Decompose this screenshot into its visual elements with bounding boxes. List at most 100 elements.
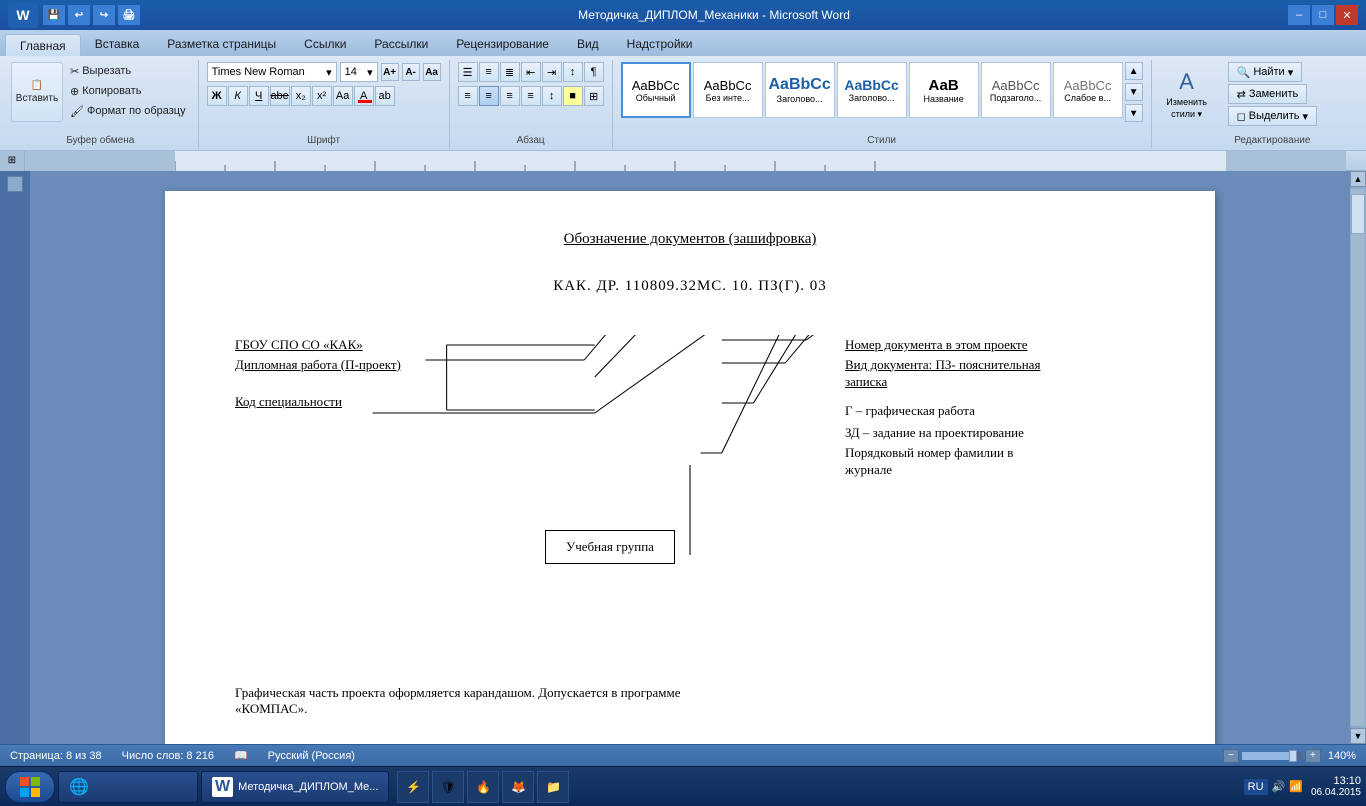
show-formatting-button[interactable]: ¶ bbox=[584, 62, 604, 82]
find-button[interactable]: 🔍 Найти ▾ bbox=[1228, 62, 1303, 82]
zoom-bar[interactable] bbox=[1242, 752, 1302, 760]
clear-format-button[interactable]: Aa bbox=[423, 63, 441, 81]
cut-button[interactable]: ✂ Вырезать bbox=[66, 62, 190, 80]
group-box: Учебная группа bbox=[545, 530, 675, 564]
styles-scroll-up-button[interactable]: ▲ bbox=[1125, 62, 1143, 80]
maximize-button[interactable]: □ bbox=[1312, 5, 1334, 25]
styles-label: Стили bbox=[621, 133, 1143, 146]
increase-indent-button[interactable]: ⇥ bbox=[542, 62, 562, 82]
text-color-button[interactable]: A bbox=[354, 86, 374, 106]
label-specialty-code: Код специальности bbox=[235, 394, 401, 410]
multilevel-list-button[interactable]: ≣ bbox=[500, 62, 520, 82]
paragraph-row1: ☰ ≡ ≣ ⇤ ⇥ ↕ ¶ bbox=[458, 62, 604, 82]
scroll-up-button[interactable]: ▲ bbox=[1350, 171, 1366, 187]
quick-undo-btn[interactable]: ↩ bbox=[68, 5, 90, 25]
strikethrough-button[interactable]: abe bbox=[270, 86, 290, 106]
styles-more-button[interactable]: ▾ bbox=[1125, 104, 1143, 122]
ruler-left-margin bbox=[25, 151, 175, 171]
change-styles-button[interactable]: A Изменить стили ▾ bbox=[1160, 64, 1214, 124]
zoom-out-button[interactable]: − bbox=[1223, 749, 1239, 763]
font-name-input[interactable]: Times New Roman ▾ bbox=[207, 62, 337, 82]
taskbar-word-btn active[interactable]: W Методичка_ДИПЛОМ_Ме... bbox=[201, 771, 389, 803]
scroll-track[interactable] bbox=[1351, 189, 1365, 726]
style-normal[interactable]: AaBbCс Обычный bbox=[621, 62, 691, 118]
taskbar-icon-5[interactable]: 📁 bbox=[537, 771, 569, 803]
paragraph-group-content: ☰ ≡ ≣ ⇤ ⇥ ↕ ¶ ≡ ≡ ≡ ≡ ↕ ■ ⊞ bbox=[458, 62, 604, 133]
sort-button[interactable]: ↕ bbox=[563, 62, 583, 82]
page-info[interactable]: Страница: 8 из 38 bbox=[10, 750, 102, 762]
decrease-indent-button[interactable]: ⇤ bbox=[521, 62, 541, 82]
style-title[interactable]: АаВ Название bbox=[909, 62, 979, 118]
highlight-color-button[interactable]: ab bbox=[375, 86, 395, 106]
zoom-in-button[interactable]: + bbox=[1305, 749, 1321, 763]
document-area[interactable]: Обозначение документов (зашифровка) КАК.… bbox=[30, 171, 1350, 744]
style-heading1[interactable]: AaBbCс Заголово... bbox=[765, 62, 835, 118]
quick-redo-btn[interactable]: ↪ bbox=[93, 5, 115, 25]
print-btn[interactable]: 🖨 bbox=[118, 5, 140, 25]
tab-home[interactable]: Главная bbox=[5, 34, 81, 56]
ruler-scale[interactable] bbox=[175, 151, 1226, 171]
left-labels: ГБОУ СПО СО «КАК» Дипломная работа (П-пр… bbox=[235, 335, 401, 410]
styles-scroll-down-button[interactable]: ▼ bbox=[1125, 83, 1143, 101]
start-button[interactable] bbox=[5, 771, 55, 803]
paragraph-group: ☰ ≡ ≣ ⇤ ⇥ ↕ ¶ ≡ ≡ ≡ ≡ ↕ ■ ⊞ Аб bbox=[452, 60, 613, 148]
ruler-left-button[interactable]: ⊞ bbox=[0, 151, 25, 171]
taskbar-icon-1[interactable]: ⚡ bbox=[397, 771, 429, 803]
format-painter-button[interactable]: 🖌 Формат по образцу bbox=[66, 102, 190, 120]
main-area: Обозначение документов (зашифровка) КАК.… bbox=[0, 171, 1366, 744]
tab-insert[interactable]: Вставка bbox=[81, 33, 154, 55]
bold-button[interactable]: Ж bbox=[207, 86, 227, 106]
align-left-button[interactable]: ≡ bbox=[458, 86, 478, 106]
close-button[interactable]: ✕ bbox=[1336, 5, 1358, 25]
zoom-thumb[interactable] bbox=[1289, 750, 1297, 762]
spell-check-icon-area[interactable]: 📖 bbox=[234, 749, 248, 762]
scroll-thumb[interactable] bbox=[1351, 194, 1365, 234]
tab-view[interactable]: Вид bbox=[563, 33, 613, 55]
copy-button[interactable]: ⊕ Копировать bbox=[66, 82, 190, 100]
tab-page-layout[interactable]: Разметка страницы bbox=[153, 33, 290, 55]
minimize-button[interactable]: – bbox=[1288, 5, 1310, 25]
taskbar-icon-2[interactable]: 🛡 bbox=[432, 771, 464, 803]
copy-icon: ⊕ bbox=[70, 85, 79, 98]
style-heading2[interactable]: AaBbCс Заголово... bbox=[837, 62, 907, 118]
style-subtle-em[interactable]: AaBbCс Слабое в... bbox=[1053, 62, 1123, 118]
language-area[interactable]: Русский (Россия) bbox=[268, 750, 355, 762]
tab-review[interactable]: Рецензирование bbox=[442, 33, 563, 55]
statusbar-right: − + 140% bbox=[1223, 749, 1356, 763]
numbering-button[interactable]: ≡ bbox=[479, 62, 499, 82]
clock[interactable]: 13:10 06.04.2015 bbox=[1311, 775, 1361, 798]
tab-references[interactable]: Ссылки bbox=[290, 33, 360, 55]
style-subtitle[interactable]: AaBbCс Подзаголо... bbox=[981, 62, 1051, 118]
borders-button[interactable]: ⊞ bbox=[584, 86, 604, 106]
change-styles-icon: A bbox=[1179, 69, 1194, 95]
tab-addins[interactable]: Надстройки bbox=[613, 33, 707, 55]
scroll-down-button[interactable]: ▼ bbox=[1350, 728, 1366, 744]
cut-icon: ✂ bbox=[70, 65, 79, 78]
taskbar-icon-4[interactable]: 🦊 bbox=[502, 771, 534, 803]
tab-mailings[interactable]: Рассылки bbox=[360, 33, 442, 55]
taskbar-icon-3[interactable]: 🔥 bbox=[467, 771, 499, 803]
justify-button[interactable]: ≡ bbox=[521, 86, 541, 106]
underline-button[interactable]: Ч bbox=[249, 86, 269, 106]
select-button[interactable]: ◻ Выделить ▾ bbox=[1228, 106, 1317, 126]
superscript-button[interactable]: x² bbox=[312, 86, 332, 106]
bullets-button[interactable]: ☰ bbox=[458, 62, 478, 82]
align-center-button[interactable]: ≡ bbox=[479, 86, 499, 106]
style-no-spacing[interactable]: AaBbCс Без инте... bbox=[693, 62, 763, 118]
shading-button[interactable]: ■ bbox=[563, 86, 583, 106]
replace-button[interactable]: ⇄ Заменить bbox=[1228, 84, 1308, 104]
font-size-increase-button[interactable]: A+ bbox=[381, 63, 399, 81]
font-size-input[interactable]: 14 ▾ bbox=[340, 62, 378, 82]
editing-group: 🔍 Найти ▾ ⇄ Заменить ◻ Выделить ▾ Редакт… bbox=[1222, 60, 1325, 148]
align-right-button[interactable]: ≡ bbox=[500, 86, 520, 106]
subscript-button[interactable]: x₂ bbox=[291, 86, 311, 106]
font-size-decrease-button[interactable]: A- bbox=[402, 63, 420, 81]
quick-save-btn[interactable]: 💾 bbox=[43, 5, 65, 25]
taskbar-chrome-btn[interactable]: 🌐 bbox=[58, 771, 198, 803]
line-spacing-button[interactable]: ↕ bbox=[542, 86, 562, 106]
italic-button[interactable]: К bbox=[228, 86, 248, 106]
word-count-area[interactable]: Число слов: 8 216 bbox=[122, 750, 214, 762]
select-icon: ◻ bbox=[1237, 110, 1246, 123]
paste-button[interactable]: 📋 Вставить bbox=[11, 62, 63, 122]
change-case-button[interactable]: Aa bbox=[333, 86, 353, 106]
